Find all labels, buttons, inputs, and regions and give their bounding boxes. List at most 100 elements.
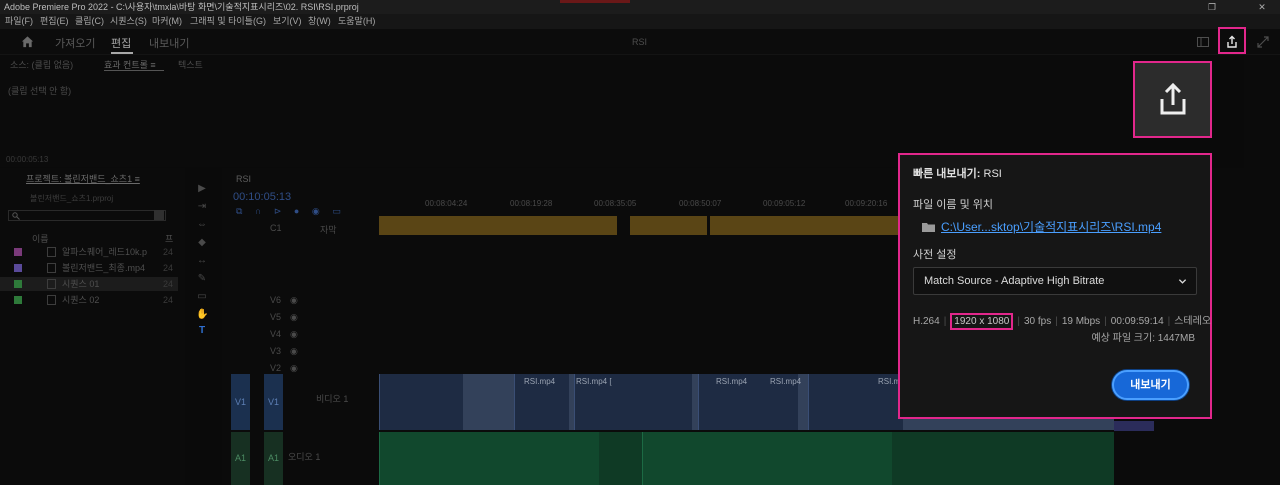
- timeline-tool-icons[interactable]: ⧉ ∩ ⊳ ● ◉ ▭: [236, 206, 346, 217]
- preset-dropdown[interactable]: Match Source - Adaptive High Bitrate: [913, 267, 1197, 295]
- no-clip-selected: (클립 선택 안 함): [8, 86, 72, 96]
- video-track-name: 비디오 1: [316, 394, 349, 404]
- label-color-chip: [14, 248, 22, 256]
- duration: 00:09:59:14: [1110, 316, 1164, 327]
- ruler-tick: 00:08:19:28: [510, 199, 553, 208]
- eye-icon[interactable]: ◉: [290, 363, 298, 374]
- playhead-timecode[interactable]: 00:10:05:13: [233, 191, 291, 203]
- list-item[interactable]: 시퀀스 02 24: [0, 293, 178, 307]
- source-panel: 소스: (클립 없음) 효과 컨트롤 ≡ 텍스트 (클립 선택 안 함) 00:…: [0, 55, 1130, 167]
- clip-label: RSI.mp4 [: [576, 377, 612, 386]
- column-name-header[interactable]: 이름: [32, 232, 49, 245]
- tab-edit[interactable]: 편집: [111, 35, 131, 51]
- menu-edit[interactable]: 편집(E): [40, 14, 69, 29]
- eye-icon[interactable]: ◉: [290, 346, 298, 357]
- selection-tool-icon[interactable]: ▶: [196, 183, 208, 195]
- tab-source[interactable]: 소스: (클립 없음): [10, 58, 73, 71]
- rectangle-tool-icon[interactable]: ▭: [196, 291, 208, 303]
- restore-window-icon[interactable]: ❐: [1200, 0, 1224, 14]
- source-patch-a1[interactable]: A1: [231, 432, 250, 485]
- project-name: RSI: [632, 37, 648, 47]
- list-item[interactable]: 볼린저밴드_최종.mp4 24: [0, 261, 178, 275]
- right-panel-rail: [1244, 55, 1280, 485]
- item-framerate: 24: [163, 247, 174, 257]
- close-window-icon[interactable]: ✕: [1250, 0, 1274, 14]
- menu-marker[interactable]: 마커(M): [152, 14, 182, 29]
- quick-export-dialog: 빠른 내보내기: RSI 파일 이름 및 위치 C:\User...sktop\…: [898, 153, 1212, 419]
- type-tool-icon[interactable]: T: [196, 325, 208, 337]
- clip-label: RSI.mp4: [770, 377, 802, 386]
- source-patch-v1[interactable]: V1: [231, 374, 250, 430]
- slip-tool-icon[interactable]: ↔: [196, 255, 208, 267]
- ripple-edit-tool-icon[interactable]: ⇔: [196, 219, 208, 231]
- track-label: V4: [270, 329, 282, 339]
- project-search-input[interactable]: [8, 210, 166, 221]
- workspace-header: 가져오기 편집 내보내기 RSI: [0, 29, 1280, 55]
- window-title: Adobe Premiere Pro 2022 - C:\사용자\tmxla\바…: [4, 2, 359, 12]
- menu-help[interactable]: 도움말(H): [338, 14, 375, 29]
- output-path-link[interactable]: C:\User...sktop\기술적지표시리즈\RSI.mp4: [941, 218, 1161, 235]
- audio-clip[interactable]: [379, 432, 599, 485]
- list-item[interactable]: 시퀀스 01 24: [0, 277, 178, 291]
- menu-view[interactable]: 보기(V): [273, 14, 302, 29]
- dialog-title: 빠른 내보내기: RSI: [913, 165, 1002, 181]
- title-bar: Adobe Premiere Pro 2022 - C:\사용자\tmxla\바…: [0, 0, 1280, 14]
- sequence-tab[interactable]: RSI: [236, 174, 251, 184]
- folder-icon: [922, 223, 935, 232]
- resolution-highlight: 1920 x 1080: [950, 313, 1014, 330]
- track-header-v5: V5 ◉: [222, 309, 379, 325]
- track-label: C1: [270, 223, 282, 233]
- list-item[interactable]: 알파스퀘어_레드10k.p 24: [0, 245, 178, 259]
- panel-layout-icon[interactable]: [1195, 34, 1211, 50]
- razor-tool-icon[interactable]: ◆: [196, 237, 208, 249]
- track-header-v4: V4 ◉: [222, 326, 379, 342]
- source-timecode: 00:00:05:13: [6, 155, 49, 164]
- track-select-tool-icon[interactable]: ⇥: [196, 201, 208, 213]
- menu-graphics[interactable]: 그래픽 및 타이틀(G): [190, 14, 266, 29]
- sequence-icon: [47, 295, 56, 305]
- ruler-tick: 00:09:20:16: [845, 199, 888, 208]
- video-clip[interactable]: [379, 374, 463, 430]
- eye-icon[interactable]: ◉: [290, 312, 298, 323]
- project-panel-title[interactable]: 프로젝트: 볼린저밴드_쇼츠1 ≡: [26, 172, 140, 185]
- active-tab-underline: [111, 52, 133, 54]
- preset-label: 사전 설정: [913, 249, 957, 261]
- pen-tool-icon[interactable]: ✎: [196, 273, 208, 285]
- audio-channels: 스테레오: [1174, 316, 1212, 327]
- item-name: 시퀀스 02: [62, 295, 100, 305]
- eye-icon[interactable]: ◉: [290, 295, 298, 306]
- item-name: 볼린저밴드_최종.mp4: [62, 263, 145, 273]
- dialog-title-label: 빠른 내보내기:: [913, 168, 981, 180]
- track-target-a1[interactable]: A1: [264, 432, 283, 485]
- ruler-tick: 00:08:50:07: [679, 199, 722, 208]
- label-color-chip: [14, 264, 22, 272]
- menu-file[interactable]: 파일(F): [5, 14, 33, 29]
- sequence-icon: [47, 279, 56, 289]
- column-framerate-header[interactable]: 프: [165, 232, 173, 245]
- chevron-down-icon: [1178, 279, 1187, 284]
- item-framerate: 24: [163, 295, 174, 305]
- tab-import[interactable]: 가져오기: [55, 35, 95, 51]
- hand-tool-icon[interactable]: ✋: [196, 309, 208, 321]
- eye-icon[interactable]: ◉: [290, 329, 298, 340]
- tools-panel: ▶ ⇥ ⇔ ◆ ↔ ✎ ▭ ✋ T: [192, 177, 212, 337]
- maximize-icon[interactable]: [1255, 34, 1271, 50]
- caption-track-header: C1 자막: [222, 220, 379, 236]
- track-label: V2: [270, 363, 282, 373]
- home-icon[interactable]: [21, 35, 34, 48]
- menu-sequence[interactable]: 시퀀스(S): [110, 14, 147, 29]
- item-name: 시퀀스 01: [62, 279, 100, 289]
- tab-export[interactable]: 내보내기: [149, 35, 189, 51]
- clip-label: RSI.mp4: [524, 377, 556, 386]
- track-target-v1[interactable]: V1: [264, 374, 283, 430]
- item-framerate: 24: [163, 263, 174, 273]
- menu-clip[interactable]: 클립(C): [75, 14, 104, 29]
- tab-text[interactable]: 텍스트: [178, 58, 203, 71]
- audio-clip[interactable]: [642, 432, 892, 485]
- preset-value: Match Source - Adaptive High Bitrate: [924, 275, 1105, 287]
- export-button[interactable]: 내보내기: [1112, 370, 1189, 400]
- label-color-chip: [14, 280, 22, 288]
- menu-window[interactable]: 창(W): [308, 14, 331, 29]
- ruler-tick: 00:08:35:05: [594, 199, 637, 208]
- item-name: 알파스퀘어_레드10k.p: [62, 247, 147, 257]
